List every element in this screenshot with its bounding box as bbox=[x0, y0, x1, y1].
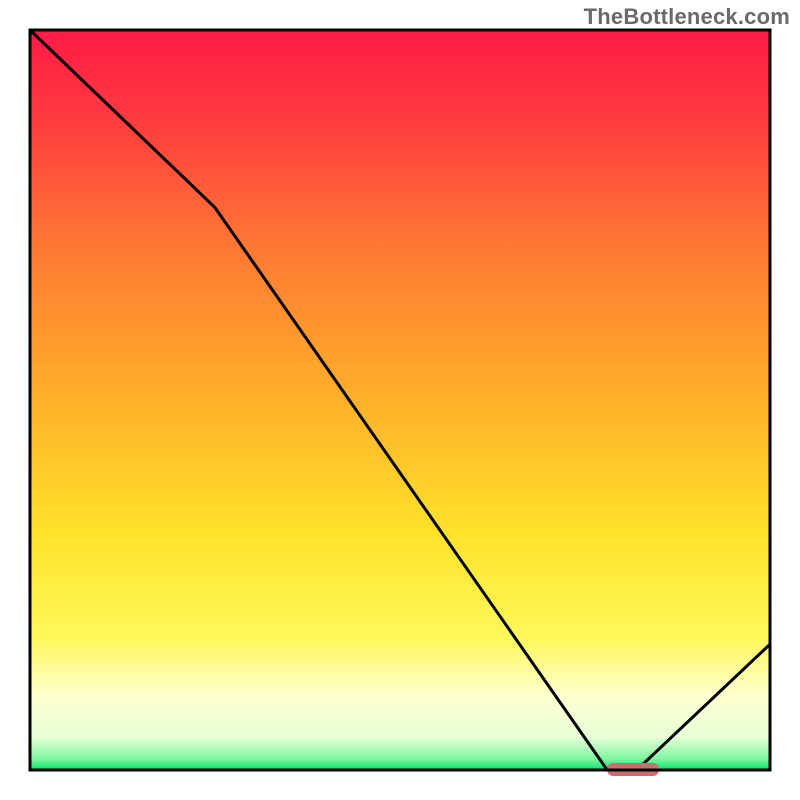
bottleneck-chart bbox=[0, 0, 800, 800]
gradient-background bbox=[30, 30, 770, 770]
watermark-text: TheBottleneck.com bbox=[584, 4, 790, 30]
chart-stage: TheBottleneck.com bbox=[0, 0, 800, 800]
